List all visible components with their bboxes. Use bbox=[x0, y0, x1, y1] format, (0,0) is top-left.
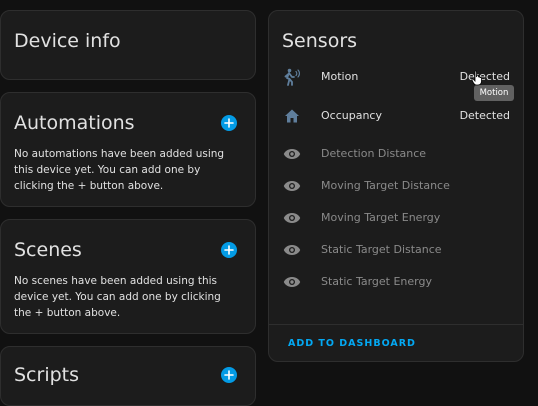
sensor-row-occupancy[interactable]: Occupancy Detected bbox=[269, 106, 523, 126]
add-scene-button[interactable] bbox=[221, 242, 237, 258]
device-info-title: Device info bbox=[14, 30, 121, 52]
sensor-row-static-target-distance[interactable]: Static Target Distance bbox=[269, 240, 523, 260]
sensor-value: Detected bbox=[459, 70, 510, 83]
sensor-row-detection-distance[interactable]: Detection Distance bbox=[269, 144, 523, 164]
scripts-card: Scripts bbox=[0, 346, 256, 406]
plus-icon bbox=[224, 118, 234, 128]
sensor-name: Occupancy bbox=[321, 109, 382, 122]
sensor-row-moving-target-distance[interactable]: Moving Target Distance bbox=[269, 176, 523, 196]
scripts-title: Scripts bbox=[14, 364, 80, 386]
motion-sensor-icon bbox=[281, 67, 303, 87]
sensor-row-moving-target-energy[interactable]: Moving Target Energy bbox=[269, 208, 523, 228]
sensor-row-static-target-energy[interactable]: Static Target Energy bbox=[269, 272, 523, 292]
scenes-card: Scenes No scenes have been added using t… bbox=[0, 219, 256, 334]
sensor-value: Detected bbox=[459, 109, 510, 122]
sensor-row-motion[interactable]: Motion Detected bbox=[269, 67, 523, 87]
plus-icon bbox=[224, 245, 234, 255]
add-to-dashboard-button[interactable]: ADD TO DASHBOARD bbox=[288, 338, 416, 349]
sensor-name: Moving Target Distance bbox=[321, 179, 450, 192]
sensor-name: Motion bbox=[321, 70, 359, 83]
scenes-title: Scenes bbox=[14, 239, 82, 261]
home-icon bbox=[281, 106, 303, 126]
sensor-name: Moving Target Energy bbox=[321, 211, 441, 224]
eye-icon bbox=[281, 208, 303, 228]
sensors-card: Sensors Motion Detected Occupancy Detect… bbox=[268, 10, 524, 362]
eye-icon bbox=[281, 272, 303, 292]
device-info-card: Device info bbox=[0, 10, 256, 80]
automations-card: Automations No automations have been add… bbox=[0, 92, 256, 207]
hand-cursor-icon bbox=[471, 70, 482, 86]
sensor-name: Detection Distance bbox=[321, 147, 427, 160]
add-automation-button[interactable] bbox=[221, 115, 237, 131]
scenes-empty-text: No scenes have been added using this dev… bbox=[14, 275, 221, 319]
add-script-button[interactable] bbox=[221, 367, 237, 383]
eye-icon bbox=[281, 240, 303, 260]
sensor-name: Static Target Distance bbox=[321, 243, 442, 256]
sensor-name: Static Target Energy bbox=[321, 275, 432, 288]
automations-empty-text: No automations have been added using thi… bbox=[14, 148, 225, 192]
card-divider bbox=[269, 324, 523, 325]
eye-icon bbox=[281, 176, 303, 196]
automations-title: Automations bbox=[14, 112, 135, 134]
tooltip: Motion bbox=[474, 85, 514, 101]
eye-icon bbox=[281, 144, 303, 164]
sensors-title: Sensors bbox=[282, 30, 358, 52]
